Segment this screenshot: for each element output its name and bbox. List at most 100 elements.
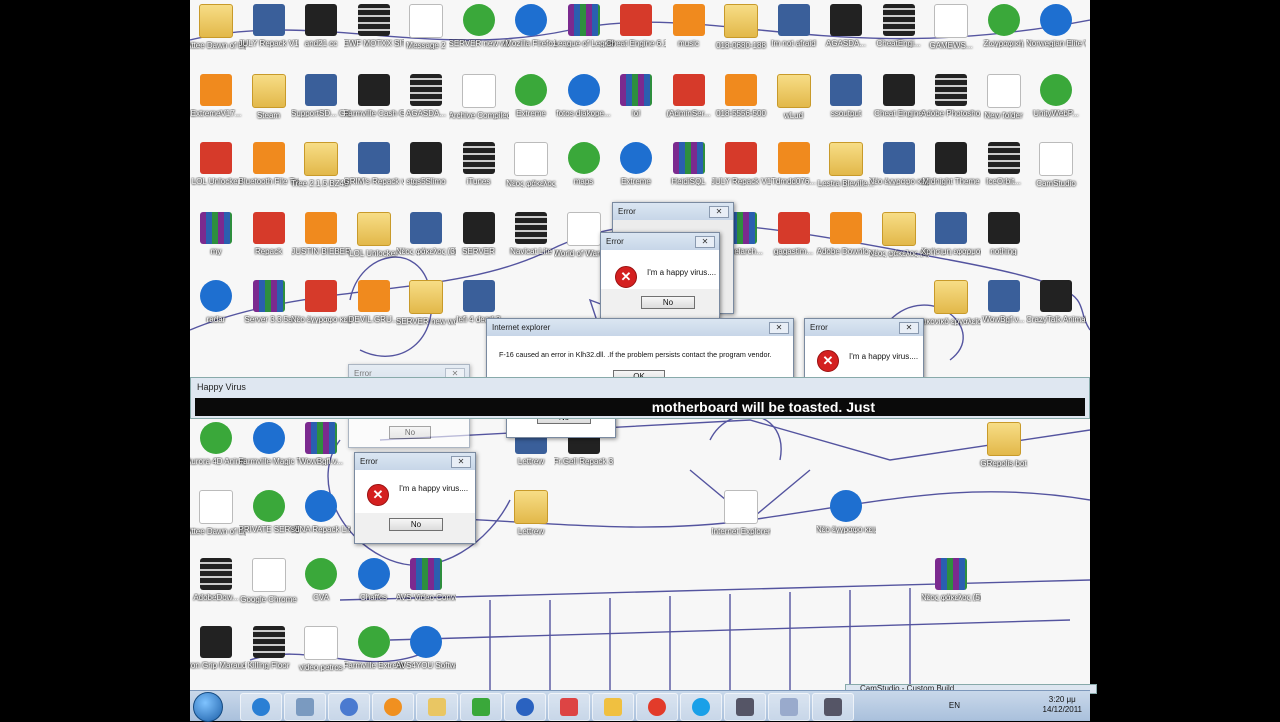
close-button[interactable]: ✕ [695,236,715,248]
desktop-icon[interactable]: Midnight Theme [921,140,981,204]
language-indicator[interactable]: EN [949,701,960,710]
desktop-icon[interactable]: JUSTIN BIEBER [291,210,351,274]
desktop-icon[interactable]: Adobe Downlo... [816,210,876,274]
desktop-icon[interactable]: Internet Explorer [711,488,771,552]
desktop-icon[interactable]: IceOrbit... [974,140,1034,204]
desktop-icon[interactable]: SupportSD... Guide [291,72,351,136]
start-button[interactable] [193,692,223,722]
desktop-icon[interactable]: EWF MOTXX SITE [344,2,404,66]
desktop-icon[interactable]: 018-0680-188 [711,2,771,66]
close-button[interactable]: ✕ [451,456,471,468]
desktop-icon[interactable]: SERVER new work 2011 [449,2,509,66]
desktop-icon[interactable]: Νέο έγγραφο κειμένου (2) [816,488,876,552]
desktop-icon[interactable]: WowBgf.v... [974,278,1034,342]
desktop-icon[interactable]: Adobe Photosho... [921,72,981,136]
desktop-icon[interactable]: Google Chrome [239,556,299,620]
desktop-icon[interactable]: Νέο έγγραφο κειμένου (3) [291,278,351,342]
close-button[interactable]: ✕ [709,206,729,218]
desktop-icon[interactable]: HeidiSQL [659,140,719,204]
happy-virus-window[interactable]: Happy Virus motherboard will be toasted.… [190,377,1090,419]
desktop-icon[interactable]: and21 cc [291,2,351,66]
desktop-icon[interactable]: Farmville Extreme ... [344,624,404,688]
desktop-icon[interactable]: CrazyTalk Animat... [1026,278,1086,342]
desktop-icon[interactable]: Extreme [606,140,666,204]
desktop[interactable]: Attee Dawn of Light 4.3.2JULY Repack V12… [190,0,1090,720]
desktop-icon[interactable]: Νέος φάκελος (4) [869,210,929,274]
chrome-task-icon[interactable] [636,693,678,721]
desktop-icon[interactable]: Νέος φάκελος [501,140,561,204]
desktop-icon[interactable]: Νέος φάκελος (5) [921,556,981,620]
desktop-icon[interactable]: Ζωγραφική [974,2,1034,66]
ie-task-icon[interactable] [240,693,282,721]
browser-task-icon[interactable] [328,693,370,721]
desktop-icon[interactable]: JULY Repack V12 [711,140,771,204]
desktop-icon[interactable]: GRepolis bot [974,420,1034,484]
desktop-icon[interactable]: Νέος φάκελος (3) [396,210,456,274]
desktop-icon[interactable]: wLud [764,72,824,136]
desktop-icon[interactable]: League of Legends ... [554,2,614,66]
clock[interactable]: 3:20 μμ 14/12/2011 [1043,695,1082,715]
desktop-icon[interactable]: Lestra Bleville... [816,140,876,204]
desktop-icon[interactable]: Norwegian Elite World [1026,2,1086,66]
desktop-icon[interactable]: Message 2 [396,2,456,66]
desktop-icon[interactable]: AGASDA... [396,72,456,136]
window-task-icon[interactable] [284,693,326,721]
tool-task-icon[interactable] [548,693,590,721]
media-task-icon[interactable] [372,693,414,721]
desktop-icon[interactable]: Cheat Engine [869,72,929,136]
desktop-icon[interactable]: lol [606,72,666,136]
desktop-icon[interactable]: εικονικό εργαλείο... [921,278,981,342]
desktop-icon[interactable]: AGASDA... [816,2,876,66]
desktop-icon[interactable]: Farmville Cash Ge... [344,72,404,136]
paint-task-icon[interactable] [592,693,634,721]
error-dialog[interactable]: Error ✕ ✕ I'm a happy virus.... No [600,232,720,320]
desktop-icon[interactable]: ssoutput [816,72,876,136]
desktop-icon[interactable]: fotos diakope... [554,72,614,136]
desktop-icon[interactable]: Bluetooth File Transf... [239,140,299,204]
desktop-icon[interactable]: UnityWebP... [1026,72,1086,136]
desktop-icon[interactable]: SERVER new work 2011 [396,278,456,342]
desktop-icon[interactable]: WowBgfl.v... [291,420,351,484]
desktop-icon[interactable]: gagastim... [764,210,824,274]
desktop-icon[interactable]: Chaffcs [344,556,404,620]
desktop-icon[interactable]: CamStudio [1026,140,1086,204]
close-button[interactable]: ✕ [769,322,789,334]
desktop-icon[interactable]: Χρήσιμη εφαρμογή... [921,210,981,274]
desktop-icon[interactable]: Killing Floor [239,624,299,688]
desktop-icon[interactable]: Νέο έγγραφο κειμένου [869,140,929,204]
desktop-icon[interactable]: Extreme [501,72,561,136]
desktop-icon[interactable]: iTunes [449,140,509,204]
users-task-icon[interactable] [460,693,502,721]
notepad-task-icon[interactable] [768,693,810,721]
folder-task-icon[interactable] [416,693,458,721]
desktop-icon[interactable]: Im not afraid [764,2,824,66]
desktop-icon[interactable]: maps [554,140,614,204]
no-button[interactable]: No [389,426,431,439]
desktop-icon[interactable]: New folder [974,72,1034,136]
desktop-icon[interactable]: Navicat Lite [501,210,561,274]
desktop-icon[interactable]: 018-5556-500 [711,72,771,136]
no-button[interactable]: No [641,296,695,309]
desktop-icon[interactable]: sdNA Repack Lite [291,488,351,552]
desktop-icon[interactable]: AVS4YOU Softwar... [396,624,456,688]
desktop-icon[interactable]: DEVIL.GRU... [344,278,404,342]
desktop-icon[interactable]: AVS Video Converter [396,556,456,620]
desktop-icon[interactable]: nothing [974,210,1034,274]
virus-task-icon[interactable] [724,693,766,721]
desktop-icon[interactable]: SERVER [449,210,509,274]
desktop-icon[interactable]: JULY Repack V12 [239,2,299,66]
desktop-icon[interactable]: music [659,2,719,66]
desktop-icon[interactable]: Cheat Engine 6.1 (32 bit) [606,2,666,66]
desktop-icon[interactable]: Tree 2.1.5 BZ40 Stable [291,140,351,204]
desktop-icon[interactable]: Tdmdd076... [764,140,824,204]
no-button[interactable]: No [389,518,443,531]
desktop-icon[interactable]: stgs5Slimo [396,140,456,204]
desktop-icon[interactable]: Repack [239,210,299,274]
desktop-icon[interactable]: video petros [291,624,351,688]
camstudio-task-icon[interactable] [812,693,854,721]
desktop-icon[interactable]: PRIVATE SERVER [239,488,299,552]
desktop-icon[interactable]: CheatEngi... [869,2,929,66]
itunes-task-icon[interactable] [504,693,546,721]
desktop-icon[interactable]: Lettrew [501,488,561,552]
desktop-icon[interactable]: GAMEWS... [921,2,981,66]
